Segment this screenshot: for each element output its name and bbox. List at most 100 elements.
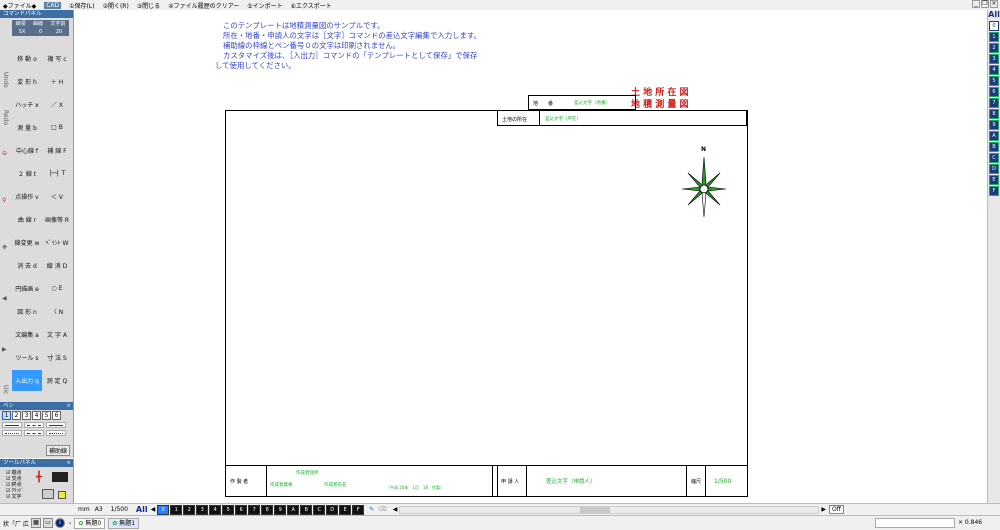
right-layer-button[interactable]: B <box>989 142 999 152</box>
layer-group-button[interactable]: A <box>287 504 300 515</box>
pencil-icon[interactable]: ✎ <box>369 506 374 513</box>
command-button[interactable]: 消 去 d <box>12 255 42 276</box>
command-button[interactable]: 中心線 f <box>12 140 42 161</box>
scroll-left-icon[interactable]: ◀ <box>393 506 398 513</box>
layer-group-button[interactable]: F <box>352 504 365 515</box>
layer-group-button[interactable]: 0 <box>157 504 170 515</box>
pen-3[interactable]: 3 <box>22 411 31 420</box>
pen-4[interactable]: 4 <box>32 411 41 420</box>
menu-clear-history[interactable]: ④ファイル履歴のクリアー <box>168 1 239 10</box>
command-button[interactable]: ／ X <box>42 94 72 115</box>
right-layer-button[interactable]: 7 <box>989 98 999 108</box>
crosshair-icon[interactable]: ╋ <box>36 472 42 483</box>
right-layer-button[interactable]: 9 <box>989 120 999 130</box>
layer-group-button[interactable]: B <box>300 504 313 515</box>
chevron-left-icon[interactable]: ◀ <box>151 506 156 513</box>
command-button[interactable]: 寸 法 S <box>42 347 72 368</box>
layer-group-button[interactable]: 3 <box>196 504 209 515</box>
right-layer-button[interactable]: 5 <box>989 76 999 86</box>
command-button[interactable]: 入出力 q <box>12 370 42 391</box>
command-button[interactable]: 文編集 a <box>12 324 42 345</box>
right-layer-button[interactable]: C <box>989 153 999 163</box>
aux-line-button[interactable]: 補助線 <box>45 445 70 456</box>
display-icon[interactable] <box>52 472 68 482</box>
eraser-icon[interactable]: ⌫ <box>378 506 386 513</box>
right-layer-button[interactable]: 6 <box>989 87 999 97</box>
arrow-left-icon[interactable]: ◀ <box>2 295 7 302</box>
move-icon[interactable]: ✥ <box>2 244 7 251</box>
menu-file[interactable]: ◆ファイル◆ <box>3 1 36 10</box>
command-button[interactable]: ハッチ x <box>12 94 42 115</box>
close-icon[interactable]: × <box>990 0 998 8</box>
command-button[interactable]: 文 字 A <box>42 324 72 345</box>
redo-button[interactable]: Redo <box>2 110 9 125</box>
drawing-canvas[interactable]: このテンプレートは地積測量図のサンプルです。 所在・地番・申請人の文字は［文字］… <box>75 10 987 514</box>
line-dashdot[interactable] <box>24 430 44 436</box>
layer-group-button[interactable]: 5 <box>222 504 235 515</box>
command-button[interactable]: ＋ H <box>42 71 72 92</box>
ce-icon[interactable]: ⊖ <box>2 150 7 157</box>
right-layer-button[interactable]: 2 <box>989 43 999 53</box>
pen-6[interactable]: 6 <box>52 411 61 420</box>
right-layer-button[interactable]: 0 <box>989 21 999 31</box>
scroll-right-icon[interactable]: ▶ <box>821 506 826 513</box>
line-solid[interactable] <box>2 422 22 428</box>
command-button[interactable]: 線 消 D <box>42 255 72 276</box>
info-icon[interactable]: i <box>54 518 65 528</box>
horizontal-scrollbar[interactable] <box>399 505 820 514</box>
snap-text[interactable]: 文字 <box>6 494 24 500</box>
command-button[interactable]: 〈 N <box>42 301 72 322</box>
command-button[interactable]: ＜ V <box>42 186 72 207</box>
command-button[interactable]: ツール s <box>12 347 42 368</box>
right-layer-button[interactable]: 4 <box>989 65 999 75</box>
line-solid-2[interactable] <box>46 422 66 428</box>
undo-button[interactable]: Undo <box>2 72 9 88</box>
menu-open[interactable]: ②開く(R) <box>103 1 129 10</box>
layer-group-button[interactable]: D <box>326 504 339 515</box>
close-icon[interactable]: × <box>66 459 71 467</box>
pen-1[interactable]: 1 <box>2 411 11 420</box>
layer-group-button[interactable]: 1 <box>170 504 183 515</box>
layer-group-button[interactable]: 9 <box>274 504 287 515</box>
command-button[interactable]: 画像等 R <box>42 209 72 230</box>
all-layer-groups-button[interactable]: All <box>136 505 148 514</box>
restore-icon[interactable]: ❐ <box>981 0 989 8</box>
right-layer-button[interactable]: 8 <box>989 109 999 119</box>
right-layer-button[interactable]: F <box>989 186 999 196</box>
command-button[interactable]: 変 形 h <box>12 71 42 92</box>
command-button[interactable]: ○ E <box>42 278 72 299</box>
layer-group-button[interactable]: 7 <box>248 504 261 515</box>
command-button[interactable]: ├─┤ T <box>42 163 72 184</box>
command-button[interactable]: 円描画 e <box>12 278 42 299</box>
menu-export[interactable]: ⑥エクスポート <box>291 1 332 10</box>
command-button[interactable]: 複 写 c <box>42 48 72 69</box>
layer-group-button[interactable]: 6 <box>235 504 248 515</box>
command-button[interactable]: 線変更 w <box>12 232 42 253</box>
right-layer-button[interactable]: E <box>989 175 999 185</box>
grid-icon[interactable]: ▦ <box>30 518 41 528</box>
arrow-right-icon[interactable]: ▶ <box>2 346 7 353</box>
close-icon[interactable]: × <box>66 402 71 410</box>
right-layer-button[interactable]: A <box>989 131 999 141</box>
minimize-icon[interactable]: _ <box>972 0 980 8</box>
line-dashed[interactable] <box>24 422 44 428</box>
pen-2[interactable]: 2 <box>12 411 21 420</box>
line-dotted-2[interactable] <box>46 430 66 436</box>
pen-5[interactable]: 5 <box>42 411 51 420</box>
command-button[interactable]: 曲 線 r <box>12 209 42 230</box>
layer-group-button[interactable]: 2 <box>183 504 196 515</box>
scrollbar-thumb[interactable] <box>580 506 611 513</box>
line-dotted[interactable] <box>2 430 22 436</box>
menu-import[interactable]: ⑤インポート <box>247 1 282 10</box>
chevron-left-icon[interactable]: ‹ <box>69 520 71 527</box>
right-layer-button[interactable]: 1 <box>989 32 999 42</box>
window-icon[interactable] <box>42 489 54 499</box>
tab-untitled-1[interactable]: ✿ 無題1 <box>108 517 140 529</box>
frame-icon[interactable]: ▭ <box>42 518 53 528</box>
command-button[interactable]: 測 定 Q <box>42 370 72 391</box>
right-layer-button[interactable]: 3 <box>989 54 999 64</box>
command-button[interactable]: ２ 線 t <box>12 163 42 184</box>
command-button[interactable]: ﾍﾟｲﾝﾄ W <box>42 232 72 253</box>
tab-untitled-0[interactable]: ✿ 無題0 <box>74 517 106 529</box>
command-button[interactable]: 点操作 v <box>12 186 42 207</box>
